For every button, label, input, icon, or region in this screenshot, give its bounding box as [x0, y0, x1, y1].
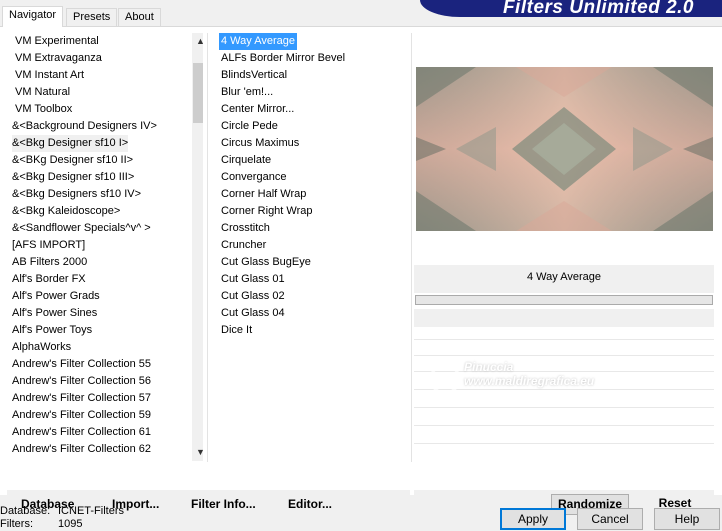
- filter-list[interactable]: 4 Way Average ALFs Border Mirror Bevel Bli…: [212, 33, 410, 462]
- category-item[interactable]: &<BKg Designer sf10 II>: [12, 152, 133, 169]
- divider: [414, 425, 714, 426]
- category-item[interactable]: &<Background Designers IV>: [12, 118, 157, 135]
- parameter-slider[interactable]: [415, 295, 713, 305]
- filter-item[interactable]: 4 Way Average: [219, 33, 297, 50]
- category-item[interactable]: VM Toolbox: [15, 101, 72, 118]
- category-item[interactable]: VM Extravaganza: [15, 50, 102, 67]
- category-item[interactable]: VM Experimental: [15, 33, 99, 50]
- divider: [414, 443, 714, 444]
- filter-item[interactable]: Cut Glass BugEye: [219, 254, 313, 271]
- filter-item[interactable]: Center Mirror...: [219, 101, 296, 118]
- filter-item[interactable]: Crosstitch: [219, 220, 272, 237]
- category-list[interactable]: Andrew's Filter Collection 62 Andrew's Fi…: [7, 33, 203, 461]
- selected-filter-name: 4 Way Average: [414, 265, 714, 293]
- divider: [414, 355, 714, 356]
- filter-item[interactable]: ALFs Border Mirror Bevel: [219, 50, 347, 67]
- filter-item[interactable]: Cut Glass 04: [219, 305, 287, 322]
- filter-item[interactable]: Cruncher: [219, 237, 268, 254]
- tab-presets[interactable]: Presets: [66, 8, 118, 26]
- scroll-up-icon[interactable]: ▲: [192, 33, 203, 50]
- filter-item[interactable]: Cut Glass 01: [219, 271, 287, 288]
- preview-image: [416, 67, 713, 231]
- help-button[interactable]: Help: [654, 508, 720, 530]
- filter-item[interactable]: Circle Pede: [219, 118, 280, 135]
- category-scrollbar[interactable]: ▲ ▼: [192, 33, 203, 461]
- filter-item[interactable]: Corner Right Wrap: [219, 203, 315, 220]
- watermark: Pinuccia www.maldiregrafica.eu: [428, 360, 658, 420]
- database-label: Database:: [0, 505, 51, 517]
- category-item[interactable]: &<Bkg Designers sf10 IV>: [12, 186, 141, 203]
- category-item[interactable]: &<Bkg Kaleidoscope>: [12, 203, 120, 220]
- scroll-thumb[interactable]: [193, 63, 203, 123]
- filter-item[interactable]: Blur 'em!...: [219, 84, 275, 101]
- cancel-button[interactable]: Cancel: [577, 508, 643, 530]
- filter-item[interactable]: Corner Half Wrap: [219, 186, 308, 203]
- scroll-down-icon[interactable]: ▼: [192, 444, 203, 461]
- slider-area: [414, 309, 714, 327]
- category-item[interactable]: AB Filters 2000: [12, 254, 87, 271]
- filter-info-button[interactable]: Filter Info...: [191, 490, 256, 518]
- filter-item[interactable]: Cut Glass 02: [219, 288, 287, 305]
- category-item[interactable]: &<Bkg Designer sf10 I>: [12, 135, 129, 152]
- category-item[interactable]: Alf's Power Toys: [12, 322, 92, 339]
- filters-unlimited-dialog: Navigator Presets About Filters Unlimite…: [0, 0, 722, 530]
- apply-button[interactable]: Apply: [500, 508, 566, 530]
- category-item[interactable]: Andrew's Filter Collection 55: [12, 356, 151, 373]
- filter-item[interactable]: Dice It: [219, 322, 254, 339]
- divider: [414, 339, 714, 340]
- banner-title: Filters Unlimited 2.0: [502, 0, 694, 17]
- filter-item[interactable]: BlindsVertical: [219, 67, 289, 84]
- category-item[interactable]: Andrew's Filter Collection 62: [12, 441, 151, 458]
- watermark-logo-icon: [429, 363, 461, 395]
- product-banner: Filters Unlimited 2.0: [420, 0, 722, 17]
- watermark-name: Pinuccia: [464, 360, 514, 374]
- category-item[interactable]: AlphaWorks: [12, 339, 71, 356]
- filter-item[interactable]: Convergance: [219, 169, 288, 186]
- category-item[interactable]: VM Instant Art: [15, 67, 84, 84]
- divider: [207, 33, 208, 462]
- filter-item[interactable]: Cirquelate: [219, 152, 273, 169]
- category-item[interactable]: [AFS IMPORT]: [12, 237, 85, 254]
- category-item[interactable]: Alf's Power Grads: [12, 288, 100, 305]
- tab-navigator[interactable]: Navigator: [2, 6, 64, 27]
- category-item[interactable]: &<Sandflower Specials^v^ >: [12, 220, 151, 237]
- tab-about[interactable]: About: [118, 8, 161, 26]
- category-item[interactable]: Alf's Power Sines: [12, 305, 97, 322]
- category-item[interactable]: &<Bkg Designer sf10 III>: [12, 169, 134, 186]
- editor-button[interactable]: Editor...: [288, 490, 332, 518]
- category-item[interactable]: Alf's Border FX: [12, 271, 86, 288]
- category-item[interactable]: Andrew's Filter Collection 57: [12, 390, 151, 407]
- filter-item[interactable]: Circus Maximus: [219, 135, 301, 152]
- category-item[interactable]: Andrew's Filter Collection 59: [12, 407, 151, 424]
- database-value: ICNET-Filters: [58, 505, 124, 517]
- category-item[interactable]: Andrew's Filter Collection 61: [12, 424, 151, 441]
- navigator-page: Andrew's Filter Collection 62 Andrew's Fi…: [0, 26, 722, 518]
- category-item[interactable]: Andrew's Filter Collection 56: [12, 373, 151, 390]
- watermark-url: www.maldiregrafica.eu: [464, 374, 595, 388]
- category-item[interactable]: VM Natural: [15, 84, 70, 101]
- divider: [411, 33, 412, 462]
